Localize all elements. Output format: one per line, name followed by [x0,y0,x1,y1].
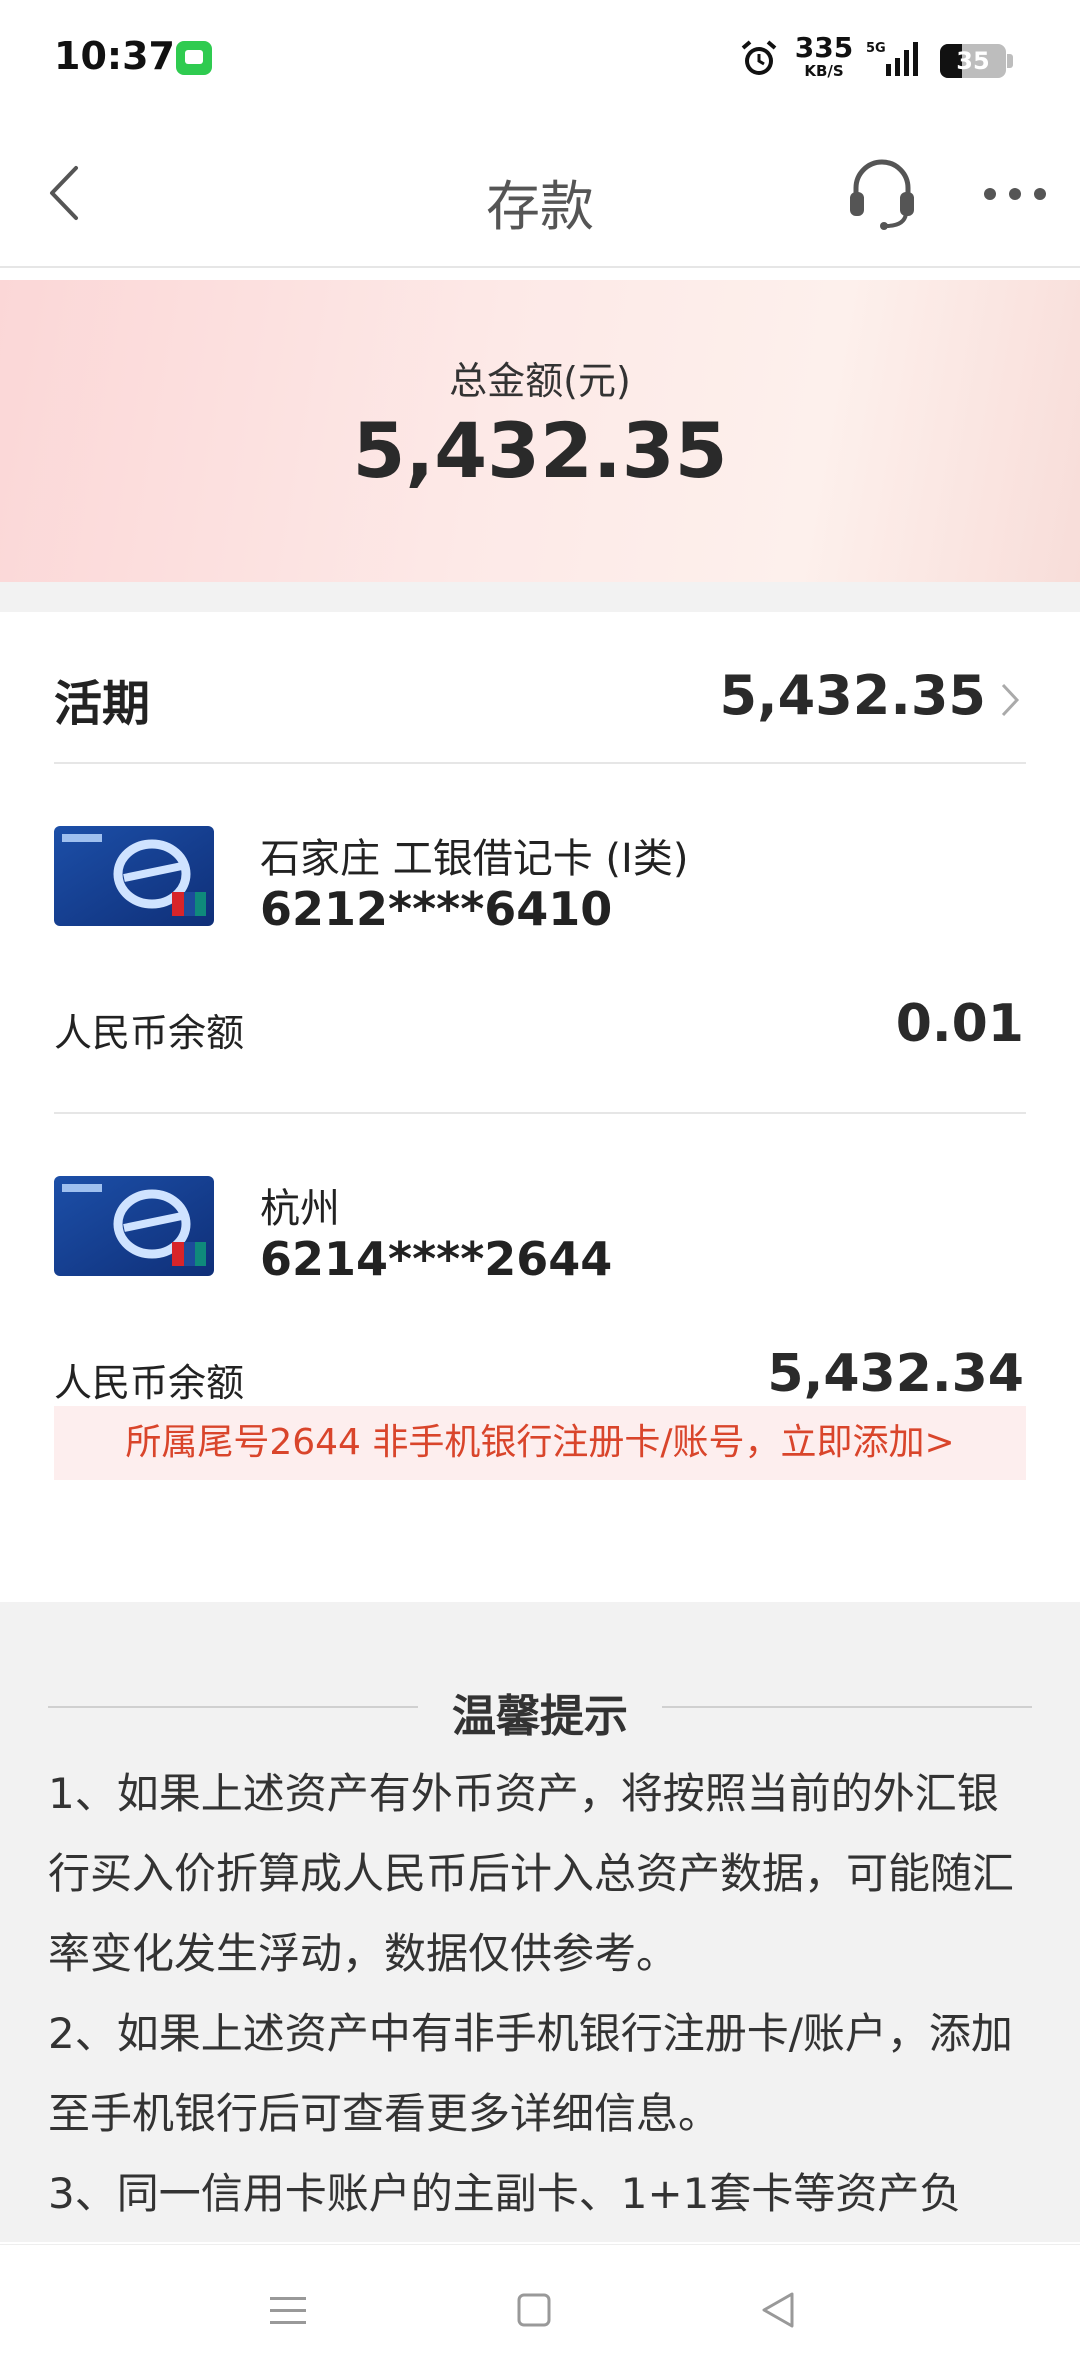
status-time: 10:37 [54,34,175,78]
network-type-label: 5G [866,41,886,56]
screen: 10:37 335 KB/S 5G 35 存款 总金额(元) 5,432.35 … [0,0,1080,2376]
system-navigation-bar [0,2244,1080,2376]
total-summary-banner: 总金额(元) 5,432.35 [0,280,1080,582]
battery-level: 35 [956,47,990,75]
balance-value: 5,432.34 [767,1344,1024,1404]
balance-label: 人民币余额 [54,1361,245,1405]
account-number: 6214****2644 [260,1232,613,1286]
system-back-icon[interactable] [758,2289,798,2331]
chevron-right-icon [1001,683,1020,717]
account-name: 石家庄 工银借记卡 (I类) [260,836,689,882]
network-speed-value: 335 [794,31,854,64]
battery-icon: 35 [940,44,1006,78]
current-deposit-amount: 5,432.35 [719,664,986,727]
tip-item: 3、同一信用卡账户的主副卡、1+1套卡等资产负 [48,2169,962,2218]
home-icon[interactable] [516,2291,552,2329]
tip-item: 1、如果上述资产有外币资产，将按照当前的外汇银行买入价折算成人民币后计入总资产数… [48,1769,1015,1978]
more-options-button[interactable] [980,174,1050,214]
tips-body: 1、如果上述资产有外币资产，将按照当前的外汇银行买入价折算成人民币后计入总资产数… [48,1754,1038,2234]
message-notification-icon [176,41,212,75]
total-amount-value: 5,432.35 [352,406,728,495]
tips-section: 温馨提示 1、如果上述资产有外币资产，将按照当前的外汇银行买入价折算成人民币后计… [0,1602,1080,2242]
network-speed: 335 KB/S [794,34,854,79]
balance-label: 人民币余额 [54,1011,245,1055]
icbc-card-icon [54,826,214,926]
account-card-item[interactable]: 石家庄 工银借记卡 (I类) 6212****6410 人民币余额 0.01 [54,766,1026,1114]
status-bar: 10:37 335 KB/S 5G 35 [0,0,1080,120]
balance-value: 0.01 [895,994,1024,1054]
tips-title: 温馨提示 [452,1691,628,1742]
alarm-icon [741,40,777,75]
section-divider [0,582,1080,612]
current-deposit-title: 活期 [54,676,151,732]
current-deposit-row[interactable]: 活期 5,432.35 [54,612,1026,764]
nav-bar: 存款 [0,120,1080,268]
signal-5g-icon: 5G [866,41,918,76]
account-name: 杭州 [260,1186,340,1232]
total-amount-label: 总金额(元) [449,359,631,403]
account-card-item[interactable]: 杭州 6214****2644 人民币余额 5,432.34 所属尾号2644 … [54,1116,1026,1490]
icbc-card-icon [54,1176,214,1276]
add-account-link[interactable]: 所属尾号2644 非手机银行注册卡/账号，立即添加> [54,1406,1026,1480]
page-title: 存款 [486,175,594,238]
recent-apps-icon[interactable] [268,2293,308,2329]
tip-item: 2、如果上述资产中有非手机银行注册卡/账户，添加至手机银行后可查看更多详细信息。 [48,2009,1013,2138]
network-speed-unit: KB/S [804,62,844,80]
customer-service-icon[interactable] [846,154,918,234]
account-number: 6212****6410 [260,882,613,936]
